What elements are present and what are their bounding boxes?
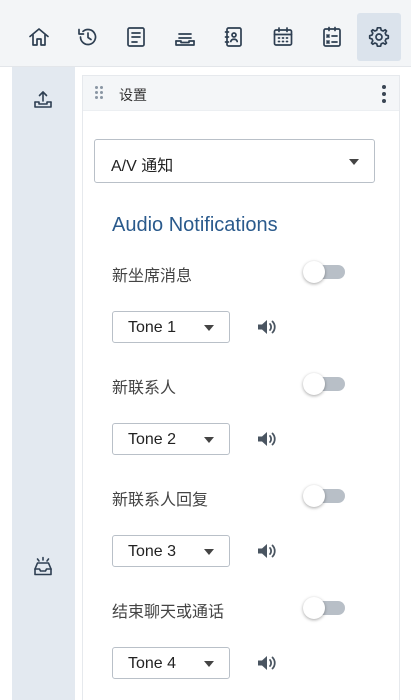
inbox-tray-icon bbox=[34, 556, 52, 576]
settings-button[interactable] bbox=[357, 13, 401, 61]
tone-select-value: Tone 4 bbox=[128, 655, 177, 672]
contacts-button[interactable] bbox=[212, 13, 256, 61]
tone-select-value: Tone 1 bbox=[128, 319, 177, 336]
notification-label-new-agent-message: 新坐席消息 bbox=[112, 268, 193, 285]
left-sidebar bbox=[12, 67, 75, 700]
upload-tray-icon bbox=[34, 91, 52, 108]
contacts-book-icon bbox=[224, 27, 242, 47]
tone-select-value: Tone 2 bbox=[128, 431, 177, 448]
chevron-down-icon bbox=[204, 437, 214, 443]
top-toolbar bbox=[0, 0, 411, 67]
inbox-sidebar-button[interactable] bbox=[28, 552, 58, 582]
tone-select-new-agent-message[interactable]: Tone 1 bbox=[112, 311, 230, 343]
toggle-end-chat-or-call[interactable] bbox=[303, 596, 345, 620]
tasks-button[interactable] bbox=[310, 13, 354, 61]
inbox-button[interactable] bbox=[163, 13, 207, 61]
more-options-icon[interactable] bbox=[381, 85, 387, 103]
home-icon bbox=[29, 28, 49, 46]
gear-icon bbox=[368, 26, 390, 48]
chevron-down-icon bbox=[204, 325, 214, 331]
toggle-new-agent-message[interactable] bbox=[303, 260, 345, 284]
history-icon bbox=[78, 28, 97, 46]
inbox-tray-icon bbox=[175, 33, 195, 46]
document-icon bbox=[127, 27, 145, 47]
notification-label-new-contact: 新联系人 bbox=[112, 380, 177, 397]
tone-select-end-chat-or-call[interactable]: Tone 4 bbox=[112, 647, 230, 679]
play-tone-button[interactable] bbox=[255, 315, 279, 339]
calendar-icon bbox=[273, 27, 293, 46]
calendar-button[interactable] bbox=[261, 13, 305, 61]
panel-title: 设置 bbox=[119, 87, 147, 103]
toggle-new-contact[interactable] bbox=[303, 372, 345, 396]
category-select[interactable]: A/V 通知 bbox=[94, 139, 375, 183]
speaker-icon bbox=[258, 432, 276, 446]
notification-label-end-chat-or-call: 结束聊天或通话 bbox=[112, 604, 225, 621]
chevron-down-icon bbox=[349, 159, 359, 165]
tone-select-new-contact[interactable]: Tone 2 bbox=[112, 423, 230, 455]
tone-select-value: Tone 3 bbox=[128, 543, 177, 560]
document-button[interactable] bbox=[114, 13, 158, 61]
toggle-new-contact-reply[interactable] bbox=[303, 484, 345, 508]
tone-select-new-contact-reply[interactable]: Tone 3 bbox=[112, 535, 230, 567]
play-tone-button[interactable] bbox=[255, 651, 279, 675]
chevron-down-icon bbox=[204, 549, 214, 555]
speaker-icon bbox=[258, 544, 276, 558]
section-title: Audio Notifications bbox=[112, 214, 278, 236]
settings-panel: 设置 A/V 通知 Audio Notifications 新坐席消息 Tone… bbox=[82, 75, 400, 700]
task-checklist-icon bbox=[323, 26, 341, 47]
history-button[interactable] bbox=[66, 13, 110, 61]
home-button[interactable] bbox=[17, 13, 61, 61]
drag-handle-icon[interactable] bbox=[95, 86, 105, 102]
panel-header: 设置 bbox=[83, 76, 399, 111]
category-select-value: A/V 通知 bbox=[111, 158, 174, 175]
upload-button[interactable] bbox=[28, 85, 58, 115]
play-tone-button[interactable] bbox=[255, 427, 279, 451]
chevron-down-icon bbox=[204, 661, 214, 667]
notification-label-new-contact-reply: 新联系人回复 bbox=[112, 492, 209, 509]
speaker-icon bbox=[258, 320, 276, 334]
speaker-icon bbox=[258, 656, 276, 670]
play-tone-button[interactable] bbox=[255, 539, 279, 563]
